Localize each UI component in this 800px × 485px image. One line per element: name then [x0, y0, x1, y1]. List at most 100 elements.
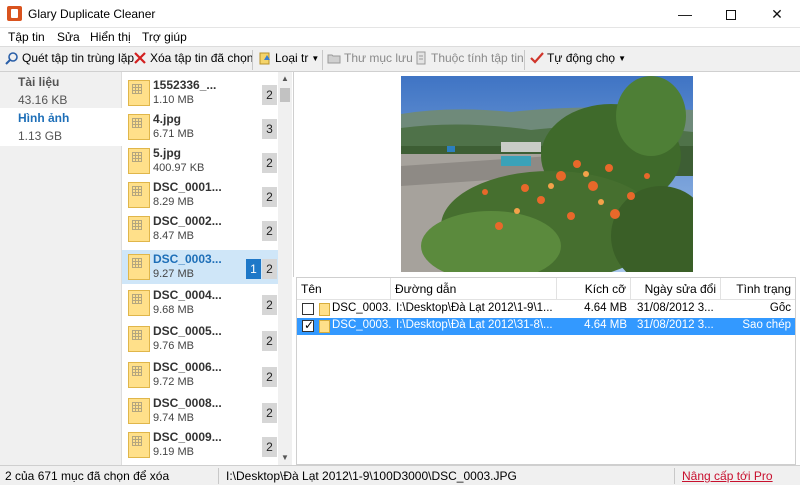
scan-button[interactable]: Quét tập tin trùng lặp [5, 51, 134, 69]
open-folder-button[interactable]: Thư mục lưu [327, 51, 413, 69]
file-name: DSC_0005... [153, 324, 222, 338]
file-name: DSC_0002... [153, 214, 222, 228]
close-button[interactable]: ✕ [754, 0, 800, 28]
table-row[interactable]: DSC_0003... I:\Desktop\Đà Lạt 2012\1-9\1… [297, 301, 795, 318]
cell-modified: 31/08/2012 3... [637, 302, 714, 314]
file-properties-label: Thuộc tính tập tin [431, 51, 524, 65]
cell-name: DSC_0003... [332, 319, 392, 331]
cell-path: I:\Desktop\Đà Lạt 2012\31-8\... [396, 319, 553, 331]
properties-icon [416, 51, 426, 65]
delete-selected-button[interactable]: Xóa tập tin đã chọn [133, 51, 253, 69]
list-item[interactable]: DSC_0002... 8.47 MB 2 [122, 212, 278, 246]
scroll-down-icon[interactable]: ▼ [278, 451, 292, 465]
duplicate-count: 2 [262, 221, 277, 241]
scrollbar-thumb[interactable] [280, 88, 290, 102]
duplicate-count: 2 [262, 403, 277, 423]
scroll-up-icon[interactable]: ▲ [278, 72, 292, 86]
image-file-icon [128, 362, 150, 388]
list-item-selected[interactable]: DSC_0003... 9.27 MB 1 2 [122, 250, 278, 284]
maximize-icon [726, 10, 736, 21]
list-item[interactable]: DSC_0005... 9.76 MB 2 [122, 322, 278, 356]
list-item[interactable]: DSC_0008... 9.74 MB 2 [122, 394, 278, 428]
minimize-button[interactable]: — [662, 0, 708, 28]
file-size: 1.10 MB [153, 94, 194, 106]
image-file-icon [319, 303, 330, 316]
checkmark-icon [530, 52, 544, 64]
category-panel: Tài liệu 43.16 KB Hình ảnh 1.13 GB [0, 72, 122, 465]
search-icon [5, 52, 18, 65]
category-images[interactable]: Hình ảnh 1.13 GB [0, 108, 122, 146]
toolbar-separator [252, 50, 253, 70]
cell-path: I:\Desktop\Đà Lạt 2012\1-9\1... [396, 302, 553, 314]
image-file-icon [128, 114, 150, 140]
duplicate-count: 2 [262, 295, 277, 315]
list-item[interactable]: DSC_0001... 8.29 MB 2 [122, 178, 278, 212]
toolbar-separator [322, 50, 323, 70]
file-name: DSC_0006... [153, 360, 222, 374]
status-bar: 2 của 671 mục đã chọn để xóa I:\Desktop\… [0, 465, 800, 485]
list-item[interactable]: DSC_0006... 9.72 MB 2 [122, 358, 278, 392]
category-name: Hình ảnh [18, 111, 70, 125]
category-name: Tài liệu [18, 75, 60, 89]
file-type-dropdown[interactable]: Loại tr ▼ [258, 51, 319, 69]
category-size: 1.13 GB [18, 129, 63, 143]
chevron-down-icon: ▼ [618, 54, 626, 63]
file-size: 8.29 MB [153, 196, 194, 208]
toolbar: Quét tập tin trùng lặp Xóa tập tin đã ch… [0, 46, 800, 72]
column-header-name[interactable]: Tên [297, 278, 391, 300]
list-item[interactable]: 4.jpg 6.71 MB 3 [122, 110, 278, 144]
delete-label: Xóa tập tin đã chọn [150, 51, 254, 65]
duplicate-count: 2 [262, 331, 277, 351]
duplicate-count: 2 [262, 187, 277, 207]
preview-image [401, 76, 693, 272]
file-size: 400.97 KB [153, 162, 205, 174]
upgrade-link[interactable]: Nâng cấp tới Pro [682, 469, 773, 483]
toolbar-separator [524, 50, 525, 70]
duplicate-file-list[interactable]: 1552336_... 1.10 MB 2 4.jpg 6.71 MB 3 5.… [122, 72, 292, 465]
file-type-icon [259, 52, 270, 65]
category-documents[interactable]: Tài liệu 43.16 KB [0, 72, 122, 110]
list-item[interactable]: 5.jpg 400.97 KB 2 [122, 144, 278, 178]
cell-name: DSC_0003... [332, 302, 392, 314]
cell-status: Sao chép [742, 319, 791, 331]
file-name: DSC_0008... [153, 396, 222, 410]
file-size: 6.71 MB [153, 128, 194, 140]
status-divider [674, 468, 675, 484]
auto-select-dropdown[interactable]: Tự động chọ ▼ [530, 51, 626, 69]
window-title: Glary Duplicate Cleaner [28, 7, 156, 21]
file-name: DSC_0009... [153, 430, 222, 444]
image-file-icon [128, 254, 150, 280]
list-item[interactable]: DSC_0004... 9.68 MB 2 [122, 286, 278, 320]
column-header-path[interactable]: Đường dẫn [391, 278, 557, 300]
column-header-modified[interactable]: Ngày sửa đổi [631, 278, 721, 300]
auto-select-label: Tự động chọ [547, 51, 616, 65]
row-checkbox[interactable] [302, 303, 314, 315]
selected-file-path: I:\Desktop\Đà Lạt 2012\1-9\100D3000\DSC_… [226, 469, 517, 483]
duplicate-count: 2 [262, 153, 277, 173]
open-folder-label: Thư mục lưu [344, 51, 413, 65]
menu-file[interactable]: Tập tin [8, 30, 45, 44]
maximize-button[interactable] [708, 0, 754, 28]
table-row-selected[interactable]: DSC_0003... I:\Desktop\Đà Lạt 2012\31-8\… [297, 318, 795, 335]
file-properties-button[interactable]: Thuộc tính tập tin [414, 51, 524, 69]
file-name: DSC_0001... [153, 180, 222, 194]
column-header-size[interactable]: Kích cỡ [557, 278, 631, 300]
image-file-icon [128, 80, 150, 106]
title-bar: Glary Duplicate Cleaner — ✕ [0, 0, 800, 28]
menu-help[interactable]: Trợ giúp [142, 30, 187, 44]
list-item[interactable]: DSC_0009... 9.19 MB 2 [122, 428, 278, 462]
image-file-icon [128, 432, 150, 458]
row-checkbox-checked[interactable] [302, 318, 314, 332]
file-list-scrollbar[interactable]: ▲ ▼ [278, 72, 292, 465]
file-name: DSC_0004... [153, 288, 222, 302]
duplicate-count: 2 [262, 367, 277, 387]
duplicate-count: 2 [262, 437, 277, 457]
file-size: 9.19 MB [153, 446, 194, 458]
list-item[interactable]: 1552336_... 1.10 MB 2 [122, 76, 278, 110]
file-name: 1552336_... [153, 78, 217, 92]
file-size: 9.27 MB [153, 268, 194, 280]
file-name: DSC_0003... [153, 252, 222, 266]
column-header-status[interactable]: Tình trạng [721, 278, 795, 300]
menu-view[interactable]: Hiển thị [90, 30, 131, 44]
menu-edit[interactable]: Sửa [57, 30, 80, 44]
